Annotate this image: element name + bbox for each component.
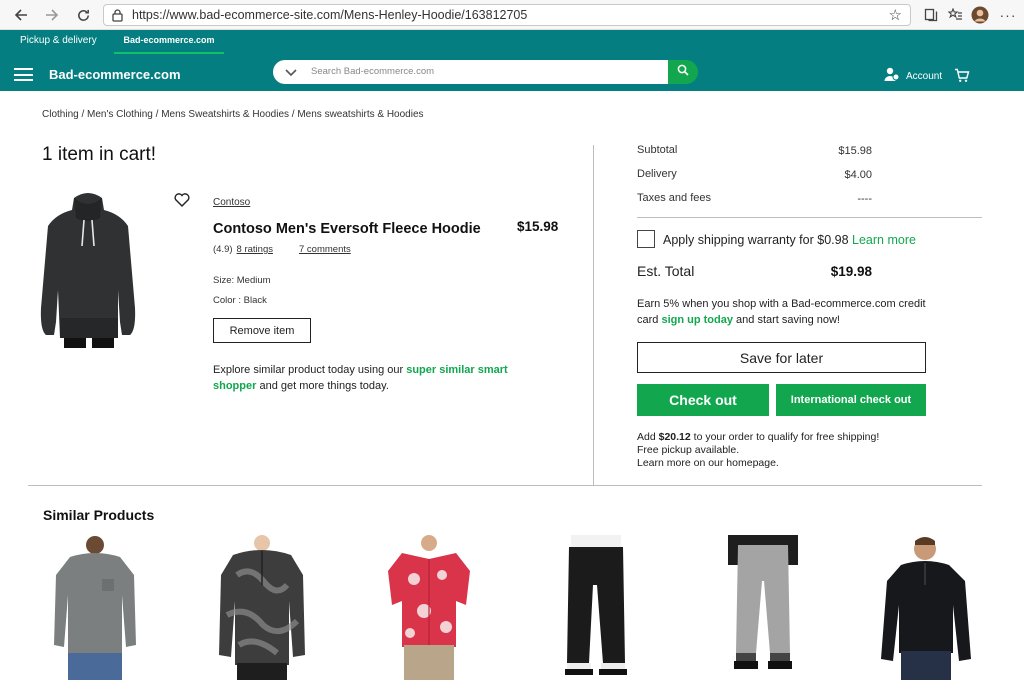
search-button[interactable] bbox=[668, 60, 698, 84]
product-color: Color : Black bbox=[213, 295, 267, 306]
homepage-line[interactable]: Learn more on our homepage. bbox=[637, 457, 879, 470]
learn-more-link[interactable]: Learn more bbox=[852, 233, 916, 247]
delivery-label: Delivery bbox=[637, 168, 677, 180]
save-for-later-button[interactable]: Save for later bbox=[637, 342, 926, 373]
search-icon bbox=[677, 63, 689, 81]
credit-card-offer: Earn 5% when you shop with a Bad-ecommer… bbox=[637, 296, 937, 328]
est-total-label: Est. Total bbox=[637, 263, 695, 279]
rating-row: (4.9) 8 ratings bbox=[213, 244, 273, 255]
account-link[interactable]: Account bbox=[884, 67, 942, 85]
section-divider bbox=[28, 485, 982, 486]
search-bar[interactable]: Search Bad-ecommerce.com bbox=[273, 60, 668, 84]
similar-product-black-joggers[interactable] bbox=[541, 535, 651, 680]
taxes-label: Taxes and fees bbox=[637, 192, 711, 204]
refresh-icon[interactable] bbox=[73, 5, 93, 25]
url-text[interactable]: https://www.bad-ecommerce-site.com/Mens-… bbox=[132, 8, 527, 22]
collections-icon[interactable] bbox=[921, 5, 941, 25]
sign-up-link[interactable]: sign up today bbox=[661, 314, 733, 326]
subtotal-value: $15.98 bbox=[838, 145, 872, 157]
cart-icon[interactable] bbox=[954, 68, 970, 88]
product-size: Size: Medium bbox=[213, 275, 271, 286]
free-shipping-line: Add $20.12 to your order to qualify for … bbox=[637, 431, 879, 444]
delivery-value: $4.00 bbox=[844, 169, 872, 181]
taxes-value: ---- bbox=[857, 193, 872, 205]
back-icon[interactable] bbox=[11, 5, 31, 25]
similar-product-grey-pocket-tee[interactable] bbox=[40, 535, 150, 680]
browser-toolbar: https://www.bad-ecommerce-site.com/Mens-… bbox=[0, 0, 1024, 30]
account-label: Account bbox=[906, 70, 943, 82]
brand-link[interactable]: Contoso bbox=[213, 197, 250, 208]
shipping-info: Add $20.12 to your order to qualify for … bbox=[637, 431, 879, 470]
international-checkout-button[interactable]: International check out bbox=[776, 384, 926, 416]
checkout-button[interactable]: Check out bbox=[637, 384, 769, 416]
summary-divider bbox=[637, 217, 982, 218]
remove-item-button[interactable]: Remove item bbox=[213, 318, 311, 343]
rating-score: (4.9) bbox=[213, 244, 233, 255]
heart-icon[interactable] bbox=[174, 193, 190, 212]
free-pickup-line: Free pickup available. bbox=[637, 444, 740, 456]
similar-product-hawaiian-shirt[interactable] bbox=[374, 535, 484, 680]
explore-suffix: and get more things today. bbox=[259, 380, 389, 392]
ship-amount: $20.12 bbox=[658, 431, 691, 443]
explore-text: Explore similar product today using our … bbox=[213, 362, 533, 394]
address-bar[interactable]: https://www.bad-ecommerce-site.com/Mens-… bbox=[103, 4, 911, 26]
subtotal-label: Subtotal bbox=[637, 144, 678, 156]
explore-prefix: Explore similar product today using our bbox=[213, 364, 404, 376]
similar-product-black-henley[interactable] bbox=[875, 535, 985, 680]
product-image[interactable] bbox=[38, 190, 138, 353]
est-total-value: $19.98 bbox=[830, 264, 872, 279]
favorites-icon[interactable] bbox=[945, 5, 965, 25]
ship-prefix: Add bbox=[637, 431, 656, 443]
tab-pickup-delivery[interactable]: Pickup & delivery bbox=[20, 35, 97, 46]
warranty-checkbox[interactable] bbox=[637, 230, 655, 248]
breadcrumb[interactable]: Clothing / Men's Clothing / Mens Sweatsh… bbox=[42, 109, 424, 120]
product-name[interactable]: Contoso Men's Eversoft Fleece Hoodie bbox=[213, 221, 481, 237]
comments-link[interactable]: 7 comments bbox=[299, 244, 351, 255]
ship-suffix: to your order to qualify for free shippi… bbox=[693, 431, 880, 443]
cart-title: 1 item in cart! bbox=[42, 144, 157, 165]
earn-suffix: and start saving now! bbox=[736, 314, 840, 326]
similar-product-tie-dye-quarter-zip[interactable] bbox=[207, 535, 317, 680]
similar-product-grey-joggers[interactable] bbox=[708, 535, 818, 680]
warranty-text: Apply shipping warranty for $0.98 Learn … bbox=[663, 233, 916, 247]
hamburger-menu-icon[interactable] bbox=[14, 68, 33, 81]
profile-avatar[interactable] bbox=[970, 5, 990, 25]
chevron-down-icon[interactable] bbox=[284, 65, 298, 83]
forward-icon[interactable] bbox=[42, 5, 62, 25]
ratings-link[interactable]: 8 ratings bbox=[237, 244, 273, 255]
search-input[interactable]: Search Bad-ecommerce.com bbox=[311, 66, 434, 77]
similar-products-title: Similar Products bbox=[43, 507, 155, 523]
tab-brand[interactable]: Bad-ecommerce.com bbox=[114, 30, 224, 54]
site-logo[interactable]: Bad-ecommerce.com bbox=[49, 67, 181, 82]
product-price: $15.98 bbox=[517, 219, 559, 234]
more-options-icon[interactable]: ··· bbox=[998, 5, 1018, 25]
column-divider bbox=[593, 145, 594, 485]
warranty-label: Apply shipping warranty for $0.98 bbox=[663, 233, 849, 247]
favorite-star-icon[interactable]: ☆ bbox=[889, 6, 902, 24]
account-icon bbox=[884, 67, 900, 85]
lock-icon bbox=[112, 9, 123, 27]
